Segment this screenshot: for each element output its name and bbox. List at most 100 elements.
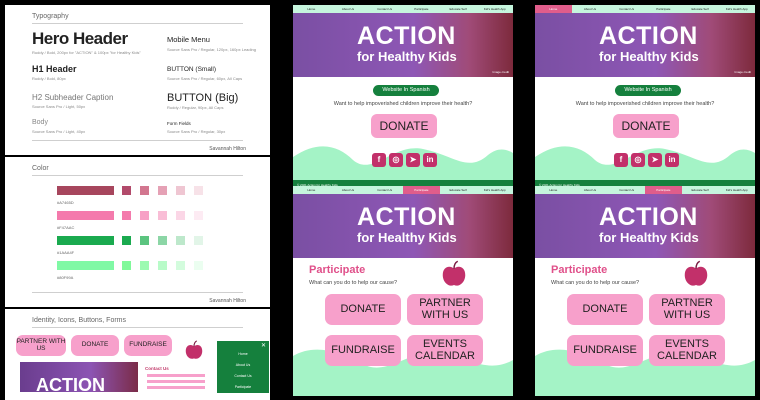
- nav-item-contact[interactable]: Contact Us: [608, 186, 645, 194]
- nav-item-app[interactable]: Kid's Health App: [476, 5, 513, 13]
- participate-partner-button[interactable]: PARTNER WITH US: [407, 294, 483, 325]
- divider: [32, 23, 243, 24]
- color-swatch: [57, 236, 114, 245]
- nav-bar: Home About Us Contact Us Participate Edu…: [535, 186, 755, 194]
- nav-item-participate[interactable]: Participate: [403, 5, 440, 13]
- form-field[interactable]: [147, 380, 205, 383]
- components-title: Identity, Icons, Buttons, Forms: [32, 317, 127, 324]
- nav-item-app[interactable]: Kid's Health App: [718, 5, 755, 13]
- nav-bar: Home About Us Contact Us Participate Edu…: [293, 5, 513, 13]
- hero-subtitle: for Healthy Kids: [357, 230, 457, 245]
- hero-banner: ACTION for Healthy Kids: [535, 194, 755, 258]
- participate-donate-button[interactable]: DONATE: [325, 294, 401, 325]
- color-tint-swatch: [194, 186, 203, 195]
- hero-header-note: Ruddy / Bold, 200px for "ACTION" & 100px…: [32, 50, 141, 55]
- contact-form-sample: Contact Us: [143, 362, 209, 392]
- nav-item-app[interactable]: Kid's Health App: [718, 186, 755, 194]
- spanish-website-button[interactable]: Website In Spanish: [373, 85, 439, 96]
- form-fields-note: Source Sans Pro / Regular, 30px: [167, 129, 226, 134]
- divider: [32, 140, 243, 141]
- h1-header-note: Ruddy / Bold, 80px: [32, 76, 66, 81]
- facebook-icon[interactable]: f: [614, 153, 628, 167]
- participate-donate-button[interactable]: DONATE: [567, 294, 643, 325]
- form-field[interactable]: [147, 374, 205, 377]
- fundraise-button-sample[interactable]: FUNDRAISE: [124, 335, 172, 356]
- nav-item-home[interactable]: Home: [293, 186, 330, 194]
- participate-mockup-1: Home About Us Contact Us Participate Edu…: [293, 186, 513, 396]
- hero-sample-text: ACTION: [36, 375, 105, 392]
- nav-item-home[interactable]: Home: [535, 186, 572, 194]
- mobile-menu-item[interactable]: Participate: [217, 385, 269, 389]
- apple-icon: [442, 260, 466, 286]
- color-swatch: [57, 211, 114, 220]
- designer-credit: Savannah Hilton: [209, 146, 246, 152]
- nav-item-educate[interactable]: Educate Self: [682, 5, 719, 13]
- color-tint-swatch: [122, 261, 131, 270]
- linkedin-icon[interactable]: in: [665, 153, 679, 167]
- nav-item-home[interactable]: Home: [293, 5, 330, 13]
- apple-icon: [684, 260, 708, 286]
- body-note: Source Sans Pro / Light, 40px: [32, 129, 86, 134]
- hero-subtitle: for Healthy Kids: [599, 49, 699, 64]
- nav-item-contact[interactable]: Contact Us: [366, 186, 403, 194]
- nav-item-participate[interactable]: Participate: [403, 186, 440, 194]
- mobile-menu-item[interactable]: Contact Us: [217, 374, 269, 378]
- color-tint-swatch: [158, 211, 167, 220]
- help-question: Want to help impoverished children impro…: [333, 101, 473, 107]
- nav-item-about[interactable]: About Us: [330, 186, 367, 194]
- nav-item-participate[interactable]: Participate: [645, 186, 682, 194]
- designer-credit: Savannah Hilton: [209, 298, 246, 304]
- mobile-menu-item[interactable]: About Us: [217, 363, 269, 367]
- participate-fundraise-button[interactable]: FUNDRAISE: [325, 335, 401, 366]
- color-tint-swatch: [140, 236, 149, 245]
- nav-item-about[interactable]: About Us: [572, 186, 609, 194]
- divider: [32, 175, 243, 176]
- color-tint-swatch: [176, 236, 185, 245]
- nav-item-app[interactable]: Kid's Health App: [476, 186, 513, 194]
- h2-subheader-note: Source Sans Pro / Light, 50px: [32, 104, 86, 109]
- color-board: Color #A7465D #F47AAC #1AAA4F #80F99A Savan…: [5, 157, 270, 307]
- participate-partner-button[interactable]: PARTNER WITH US: [649, 294, 725, 325]
- telegram-icon[interactable]: ➤: [648, 153, 662, 167]
- nav-item-home[interactable]: Home: [535, 5, 572, 13]
- participate-events-button[interactable]: EVENTS CALENDAR: [649, 335, 725, 366]
- color-tint-swatch: [140, 211, 149, 220]
- help-question: Want to help impoverished children impro…: [575, 101, 715, 107]
- hero-title: ACTION: [357, 203, 456, 231]
- h1-header-sample: H1 Header: [32, 64, 77, 74]
- hero-banner: ACTION for Healthy Kids: [293, 194, 513, 258]
- color-tint-swatch: [158, 236, 167, 245]
- button-small-note: Source Sans Pro / Regular, 60px, All Cap…: [167, 76, 243, 81]
- instagram-icon[interactable]: ◎: [389, 153, 403, 167]
- hero-header-sample: Hero Header: [32, 29, 128, 48]
- linkedin-icon[interactable]: in: [423, 153, 437, 167]
- instagram-icon[interactable]: ◎: [631, 153, 645, 167]
- nav-item-participate[interactable]: Participate: [645, 5, 682, 13]
- nav-item-about[interactable]: About Us: [572, 5, 609, 13]
- telegram-icon[interactable]: ➤: [406, 153, 420, 167]
- mobile-menu-item[interactable]: Home: [217, 352, 269, 356]
- color-tint-swatch: [176, 186, 185, 195]
- hero-caption: Image credit: [734, 70, 751, 74]
- facebook-icon[interactable]: f: [372, 153, 386, 167]
- nav-item-educate[interactable]: Educate Self: [440, 5, 477, 13]
- close-icon[interactable]: ✕: [261, 342, 266, 349]
- nav-item-contact[interactable]: Contact Us: [366, 5, 403, 13]
- nav-item-contact[interactable]: Contact Us: [608, 5, 645, 13]
- hero-caption: Image credit: [492, 70, 509, 74]
- donate-button-sample[interactable]: DONATE: [71, 335, 119, 356]
- nav-bar: Home About Us Contact Us Participate Edu…: [293, 186, 513, 194]
- partner-button-sample[interactable]: PARTNER WITH US: [16, 335, 66, 356]
- button-big-note: Ruddy / Regular, 90px, All Caps: [167, 105, 224, 110]
- hero-title: ACTION: [599, 203, 698, 231]
- nav-item-educate[interactable]: Educate Self: [682, 186, 719, 194]
- nav-item-educate[interactable]: Educate Self: [440, 186, 477, 194]
- nav-item-about[interactable]: About Us: [330, 5, 367, 13]
- form-field[interactable]: [147, 386, 205, 389]
- typography-title: Typography: [32, 13, 69, 20]
- participate-events-button[interactable]: EVENTS CALENDAR: [407, 335, 483, 366]
- color-tint-swatch: [158, 186, 167, 195]
- participate-fundraise-button[interactable]: FUNDRAISE: [567, 335, 643, 366]
- spanish-website-button[interactable]: Website In Spanish: [615, 85, 681, 96]
- color-tint-swatch: [194, 261, 203, 270]
